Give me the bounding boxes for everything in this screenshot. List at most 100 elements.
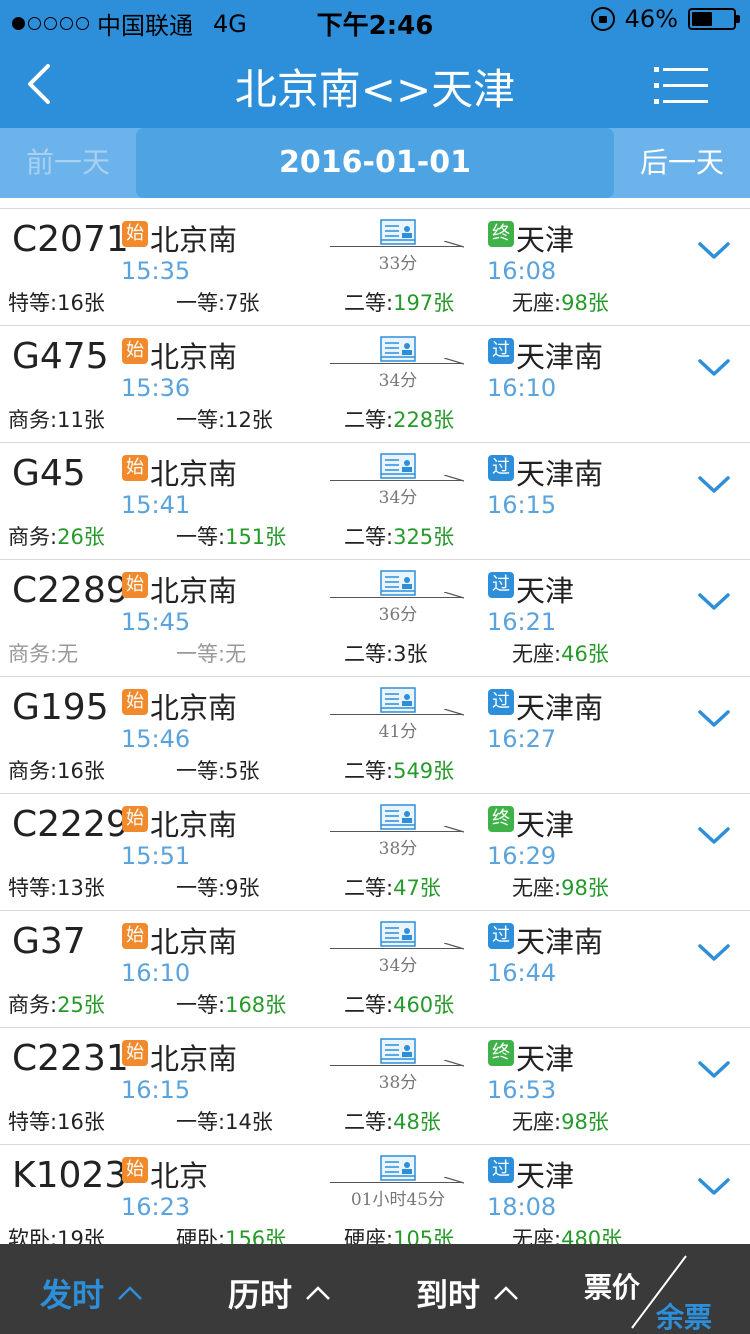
travel-duration: 36分 [378, 605, 418, 625]
train-number: K1023 [12, 1155, 128, 1196]
sort-by-arrival-label: 到时 [416, 1276, 481, 1314]
start-station-badge: 始 [122, 1157, 148, 1183]
arrival-station: 天津南 [516, 457, 604, 491]
duration-indicator: 33分 [330, 219, 468, 279]
travel-duration: 01小时45分 [350, 1190, 446, 1210]
travel-duration: 38分 [378, 1073, 418, 1093]
next-day-button[interactable]: 后一天 [614, 128, 750, 198]
train-row[interactable]: G37 始北京南 16:10 34分 过天津南 16:44 商务:25张 一等:168张 二等:… [0, 910, 750, 1027]
train-row[interactable]: G475 始北京南 15:36 34分 过天津南 16:10 商务:11张 一等:12张 二等:… [0, 325, 750, 442]
chevron-up-icon [306, 1286, 330, 1300]
ticket-icon [380, 570, 416, 596]
seat-class-label: 商务: [8, 525, 58, 549]
remain-label: 余票 [656, 1301, 713, 1334]
seat-count: 无 [225, 642, 247, 666]
duration-indicator: 41分 [330, 687, 468, 747]
arrival-time: 16:08 [487, 257, 557, 285]
departure-time: 16:15 [121, 1076, 191, 1104]
arrival-time: 16:29 [487, 842, 557, 870]
departure-station: 北京南 [150, 223, 238, 257]
chevron-down-icon[interactable] [696, 1058, 732, 1082]
seat-class-label: 二等: [344, 291, 394, 315]
seat-availability: 二等:460张 [344, 989, 454, 1019]
chevron-down-icon[interactable] [696, 1175, 732, 1199]
seat-count: 228张 [393, 408, 455, 432]
seat-count: 325张 [393, 525, 455, 549]
sort-by-arrival-button[interactable]: 到时 [416, 1270, 520, 1316]
train-number: C2289 [12, 570, 129, 611]
seat-count: 48张 [393, 1110, 441, 1134]
seat-class-label: 一等: [176, 993, 226, 1017]
travel-duration: 34分 [378, 371, 418, 391]
arrival-station-badge: 过 [488, 1157, 514, 1183]
seat-availability: 二等:47张 [344, 872, 441, 902]
arrival-station-badge: 终 [488, 806, 514, 832]
departure-station: 北京南 [150, 574, 238, 608]
ticket-icon [380, 687, 416, 713]
departure-station: 北京南 [150, 340, 238, 374]
train-row[interactable]: C2231 始北京南 16:15 38分 终天津 16:53 特等:16张 一等:14张 二等:… [0, 1027, 750, 1144]
seat-count: 3张 [393, 642, 428, 666]
ticket-icon [380, 921, 416, 947]
train-list: C2071 始北京南 15:35 33分终天津 16:08 特等:16张 一等:7张 二等:1… [0, 208, 750, 1261]
seat-class-label: 二等: [344, 759, 394, 783]
seat-class-label: 二等: [344, 642, 394, 666]
menu-icon [654, 67, 708, 104]
seat-count: 9张 [225, 876, 260, 900]
seat-availability: 二等:228张 [344, 404, 454, 434]
seat-class-label: 无座: [512, 291, 562, 315]
seat-class-label: 一等: [176, 759, 226, 783]
arrival-station: 天津南 [516, 340, 604, 374]
chevron-down-icon[interactable] [696, 473, 732, 497]
seat-class-label: 二等: [344, 993, 394, 1017]
chevron-down-icon[interactable] [696, 356, 732, 380]
departure-station: 北京南 [150, 1042, 238, 1076]
sort-by-departure-button[interactable]: 发时 [40, 1270, 144, 1316]
chevron-down-icon[interactable] [696, 707, 732, 731]
travel-duration: 34分 [378, 956, 418, 976]
duration-indicator: 34分 [330, 336, 468, 396]
travel-duration: 33分 [378, 254, 418, 274]
seat-availability: 一等:5张 [176, 755, 259, 785]
chevron-down-icon[interactable] [696, 590, 732, 614]
chevron-down-icon[interactable] [696, 824, 732, 848]
menu-button[interactable] [654, 64, 708, 108]
departure-time: 15:35 [121, 257, 191, 285]
date-selector[interactable]: 2016-01-01 [136, 128, 614, 198]
departure-time: 15:45 [121, 608, 191, 636]
status-right: 46% [590, 5, 740, 33]
seat-class-label: 二等: [344, 876, 394, 900]
arrival-station-badge: 终 [488, 221, 514, 247]
seat-availability: 一等:151张 [176, 521, 286, 551]
seat-availability: 一等:12张 [176, 404, 273, 434]
seat-availability: 商务:11张 [8, 404, 105, 434]
page-title: 北京南<>天津 [234, 65, 516, 114]
train-row[interactable]: G195 始北京南 15:46 41分过天津南 16:27 商务:16张 一等:5张 二等:5… [0, 676, 750, 793]
train-row[interactable]: C2071 始北京南 15:35 33分终天津 16:08 特等:16张 一等:7张 二等:1… [0, 208, 750, 325]
sort-by-duration-button[interactable]: 历时 [228, 1270, 332, 1316]
train-row[interactable]: C2289 始北京南 15:45 36分过天津 16:21 商务:无 一等:无 二等:3张 无座… [0, 559, 750, 676]
nav-bar: 北京南<>天津 [0, 40, 750, 128]
duration-line [330, 1182, 462, 1183]
seat-availability: 二等:549张 [344, 755, 454, 785]
chevron-down-icon[interactable] [696, 239, 732, 263]
duration-line [330, 363, 462, 364]
seat-class-label: 一等: [176, 408, 226, 432]
departure-station: 北京南 [150, 457, 238, 491]
chevron-down-icon[interactable] [696, 941, 732, 965]
arrival-station-badge: 过 [488, 338, 514, 364]
train-row[interactable]: G45 始北京南 15:41 34分 过天津南 16:15 商务:26张 一等:151张 二等:… [0, 442, 750, 559]
arrival-station: 天津 [516, 1159, 575, 1193]
train-row[interactable]: C2229 始北京南 15:51 38分 终天津 16:29 特等:13张 一等:9张 二等:4… [0, 793, 750, 910]
arrival-station-badge: 过 [488, 455, 514, 481]
seat-availability: 二等:3张 [344, 638, 427, 668]
duration-indicator: 38分 [330, 1038, 468, 1098]
start-station-badge: 始 [122, 338, 148, 364]
battery-fill [692, 12, 712, 26]
duration-indicator: 34分 [330, 921, 468, 981]
arrival-station: 天津 [516, 574, 575, 608]
seat-class-label: 无座: [512, 1110, 562, 1134]
seat-count: 26张 [57, 525, 105, 549]
duration-line [330, 948, 462, 949]
prev-day-button[interactable]: 前一天 [0, 128, 136, 198]
